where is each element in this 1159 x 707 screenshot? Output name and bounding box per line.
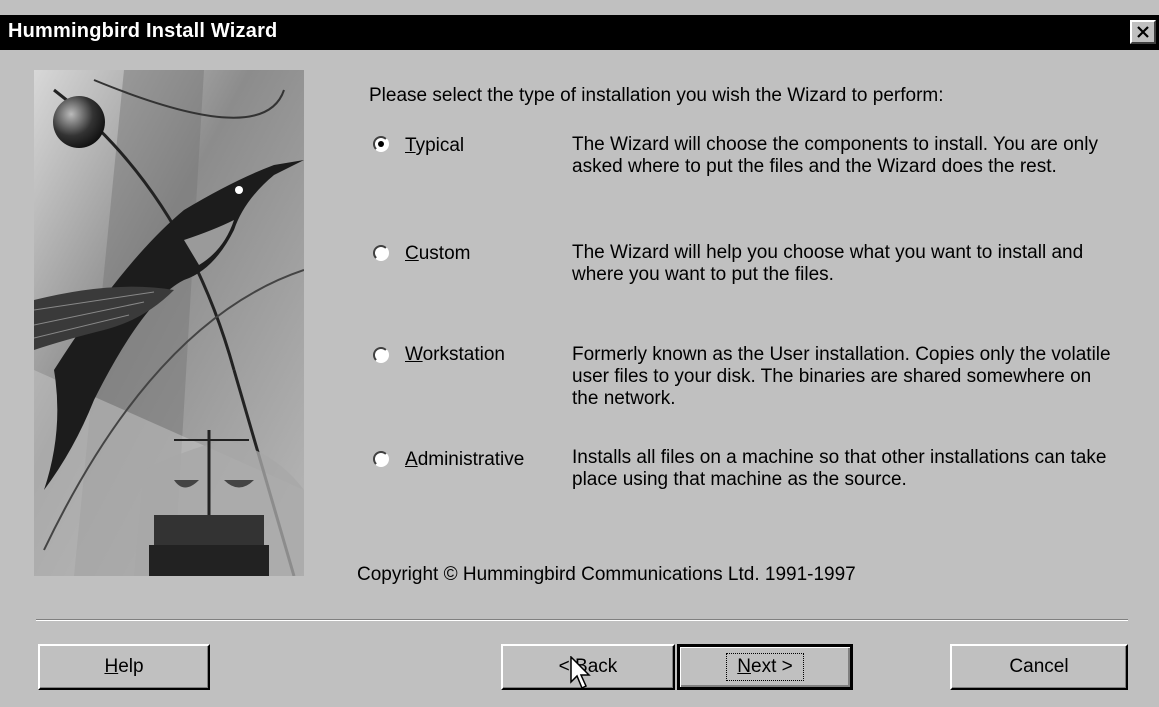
copyright-text: Copyright © Hummingbird Communications L… xyxy=(357,564,856,585)
option-custom-label[interactable]: Custom xyxy=(405,243,470,265)
option-typical-label[interactable]: Typical xyxy=(405,135,464,157)
option-workstation-text: orkstation xyxy=(422,344,505,365)
radio-typical[interactable] xyxy=(373,136,389,152)
mnemonic-a: A xyxy=(405,449,418,470)
close-button[interactable] xyxy=(1130,20,1156,44)
option-administrative-label[interactable]: Administrative xyxy=(405,449,524,471)
option-custom-text: ustom xyxy=(418,243,471,264)
help-button-label: Help xyxy=(104,656,144,677)
mnemonic-t: T xyxy=(405,135,416,156)
title-bar: Hummingbird Install Wizard xyxy=(0,15,1159,50)
window-title: Hummingbird Install Wizard xyxy=(8,20,278,42)
radio-custom[interactable] xyxy=(373,245,389,261)
mouse-pointer-icon xyxy=(570,656,591,690)
mnemonic-w: W xyxy=(405,344,423,365)
button-divider xyxy=(36,619,1128,621)
radio-workstation[interactable] xyxy=(373,347,389,363)
cancel-button-label: Cancel xyxy=(1009,656,1069,677)
help-button[interactable]: Help xyxy=(38,644,210,690)
close-icon xyxy=(1137,26,1149,38)
cancel-button[interactable]: Cancel xyxy=(950,644,1128,690)
mnemonic-c: C xyxy=(405,243,419,264)
option-administrative-text: dministrative xyxy=(417,449,525,470)
option-custom-description: The Wizard will help you choose what you… xyxy=(572,242,1084,285)
wizard-artwork xyxy=(34,70,304,576)
option-typical-text: ypical xyxy=(415,135,465,156)
hummingbird-illustration xyxy=(34,70,304,576)
option-administrative-description: Installs all files on a machine so that … xyxy=(572,447,1107,490)
option-workstation-description: Formerly known as the User installation.… xyxy=(572,344,1111,409)
radio-selected-dot xyxy=(378,141,384,147)
option-typical-description: The Wizard will choose the components to… xyxy=(572,134,1098,177)
install-type-prompt: Please select the type of installation y… xyxy=(369,85,944,106)
next-button-label: Next > xyxy=(726,653,804,681)
next-button[interactable]: Next > xyxy=(677,644,853,690)
option-workstation-label[interactable]: Workstation xyxy=(405,344,505,366)
radio-administrative[interactable] xyxy=(373,451,389,467)
